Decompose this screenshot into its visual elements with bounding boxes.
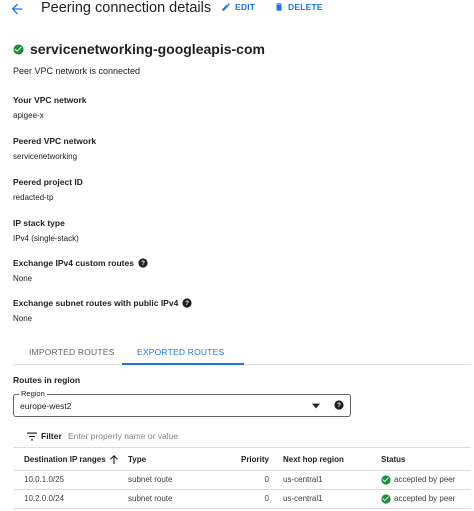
field-value: apigee-x	[13, 111, 44, 120]
column-header-destination[interactable]: Destination IP ranges	[13, 449, 128, 471]
edit-button[interactable]: EDIT	[221, 2, 255, 12]
region-select[interactable]: Region europe-west2 ?	[13, 389, 351, 417]
cell-priority: 0	[218, 470, 281, 490]
filter-input[interactable]	[68, 428, 458, 444]
connection-status-text: Peer VPC network is connected	[13, 66, 141, 76]
column-header-type[interactable]: Type	[128, 449, 218, 471]
filter-label: Filter	[41, 431, 62, 441]
table-row: 10.2.0.0/24 subnet route 0 us-central1 a…	[13, 489, 471, 509]
cell-status: accepted by peer	[381, 489, 471, 509]
region-label: Region	[19, 389, 47, 398]
field-label: IP stack type	[13, 218, 65, 228]
cell-type: subnet route	[128, 470, 218, 490]
status-text: accepted by peer	[394, 494, 456, 503]
cell-status: accepted by peer	[381, 470, 471, 490]
filter-icon	[27, 432, 37, 440]
cell-destination: 10.0.1.0/25	[13, 470, 128, 490]
column-header-next-hop-region[interactable]: Next hop region	[281, 449, 381, 471]
tab-imported-routes[interactable]: IMPORTED ROUTES	[29, 347, 115, 357]
region-value: europe-west2	[20, 401, 72, 411]
connection-name: servicenetworking-googleapis-com	[30, 41, 265, 57]
arrow-back-icon[interactable]	[9, 1, 25, 17]
routes-heading: Routes in region	[13, 375, 81, 385]
table-row: 10.0.1.0/25 subnet route 0 us-central1 a…	[13, 470, 471, 490]
svg-text:?: ?	[141, 260, 145, 267]
dropdown-arrow-icon[interactable]	[312, 403, 320, 409]
page-header: Peering connection details EDIT DELETE	[0, 0, 474, 20]
field-label: Peered VPC network	[13, 136, 97, 146]
field-exchange-subnet-routes-public-ipv4: Exchange subnet routes with public IPv4 …	[13, 298, 192, 323]
check-circle-icon	[381, 474, 391, 485]
help-icon[interactable]: ?	[334, 400, 344, 410]
filter-button[interactable]: Filter	[27, 431, 62, 441]
active-tab-indicator	[122, 363, 244, 365]
column-header-priority[interactable]: Priority	[218, 449, 281, 471]
field-label: Peered project ID	[13, 177, 83, 187]
routes-tabs: IMPORTED ROUTES EXPORTED ROUTES	[13, 339, 471, 365]
help-icon[interactable]: ?	[138, 258, 148, 268]
field-your-vpc-network: Your VPC network apigee-x	[13, 95, 87, 120]
check-circle-icon	[13, 43, 24, 55]
field-value: IPv4 (single-stack)	[13, 234, 79, 243]
field-label: Exchange IPv4 custom routes	[13, 258, 134, 268]
arrow-up-icon[interactable]	[109, 454, 118, 464]
column-header-status[interactable]: Status	[381, 449, 471, 471]
tab-exported-routes[interactable]: EXPORTED ROUTES	[137, 347, 224, 357]
field-exchange-ipv4-custom-routes: Exchange IPv4 custom routes ? None	[13, 258, 148, 283]
cell-type: subnet route	[128, 489, 218, 509]
field-peered-project-id: Peered project ID redacted-tp	[13, 177, 83, 202]
cell-priority: 0	[218, 489, 281, 509]
table-header-row: Destination IP ranges Type Priority Next…	[13, 449, 471, 471]
filter-bar: Filter	[13, 424, 471, 448]
status-text: accepted by peer	[394, 475, 456, 484]
delete-label: DELETE	[288, 2, 323, 12]
pencil-icon	[222, 3, 230, 11]
column-header-label: Destination IP ranges	[24, 454, 106, 464]
cell-next-hop-region: us-central1	[281, 489, 381, 509]
field-value: redacted-tp	[13, 193, 54, 202]
delete-button[interactable]: DELETE	[274, 2, 323, 12]
field-label-row: Exchange IPv4 custom routes ?	[13, 258, 148, 268]
svg-text:?: ?	[185, 300, 189, 307]
field-peered-vpc-network: Peered VPC network servicenetworking	[13, 136, 96, 161]
field-ip-stack-type: IP stack type IPv4 (single-stack)	[13, 218, 79, 243]
field-label: Your VPC network	[13, 95, 87, 105]
cell-destination: 10.2.0.0/24	[13, 489, 128, 509]
connection-heading: servicenetworking-googleapis-com	[13, 41, 265, 57]
trash-icon	[276, 3, 282, 11]
check-circle-icon	[381, 493, 391, 504]
svg-text:?: ?	[337, 402, 341, 409]
field-value: None	[13, 274, 33, 283]
field-label: Exchange subnet routes with public IPv4	[13, 298, 179, 308]
help-icon[interactable]: ?	[182, 298, 192, 308]
field-value: None	[13, 314, 33, 323]
routes-table: Destination IP ranges Type Priority Next…	[13, 449, 471, 509]
field-value: servicenetworking	[13, 152, 78, 161]
page-title: Peering connection details	[41, 0, 212, 16]
field-label-row: Exchange subnet routes with public IPv4 …	[13, 298, 192, 308]
edit-label: EDIT	[235, 2, 256, 12]
cell-next-hop-region: us-central1	[281, 470, 381, 490]
